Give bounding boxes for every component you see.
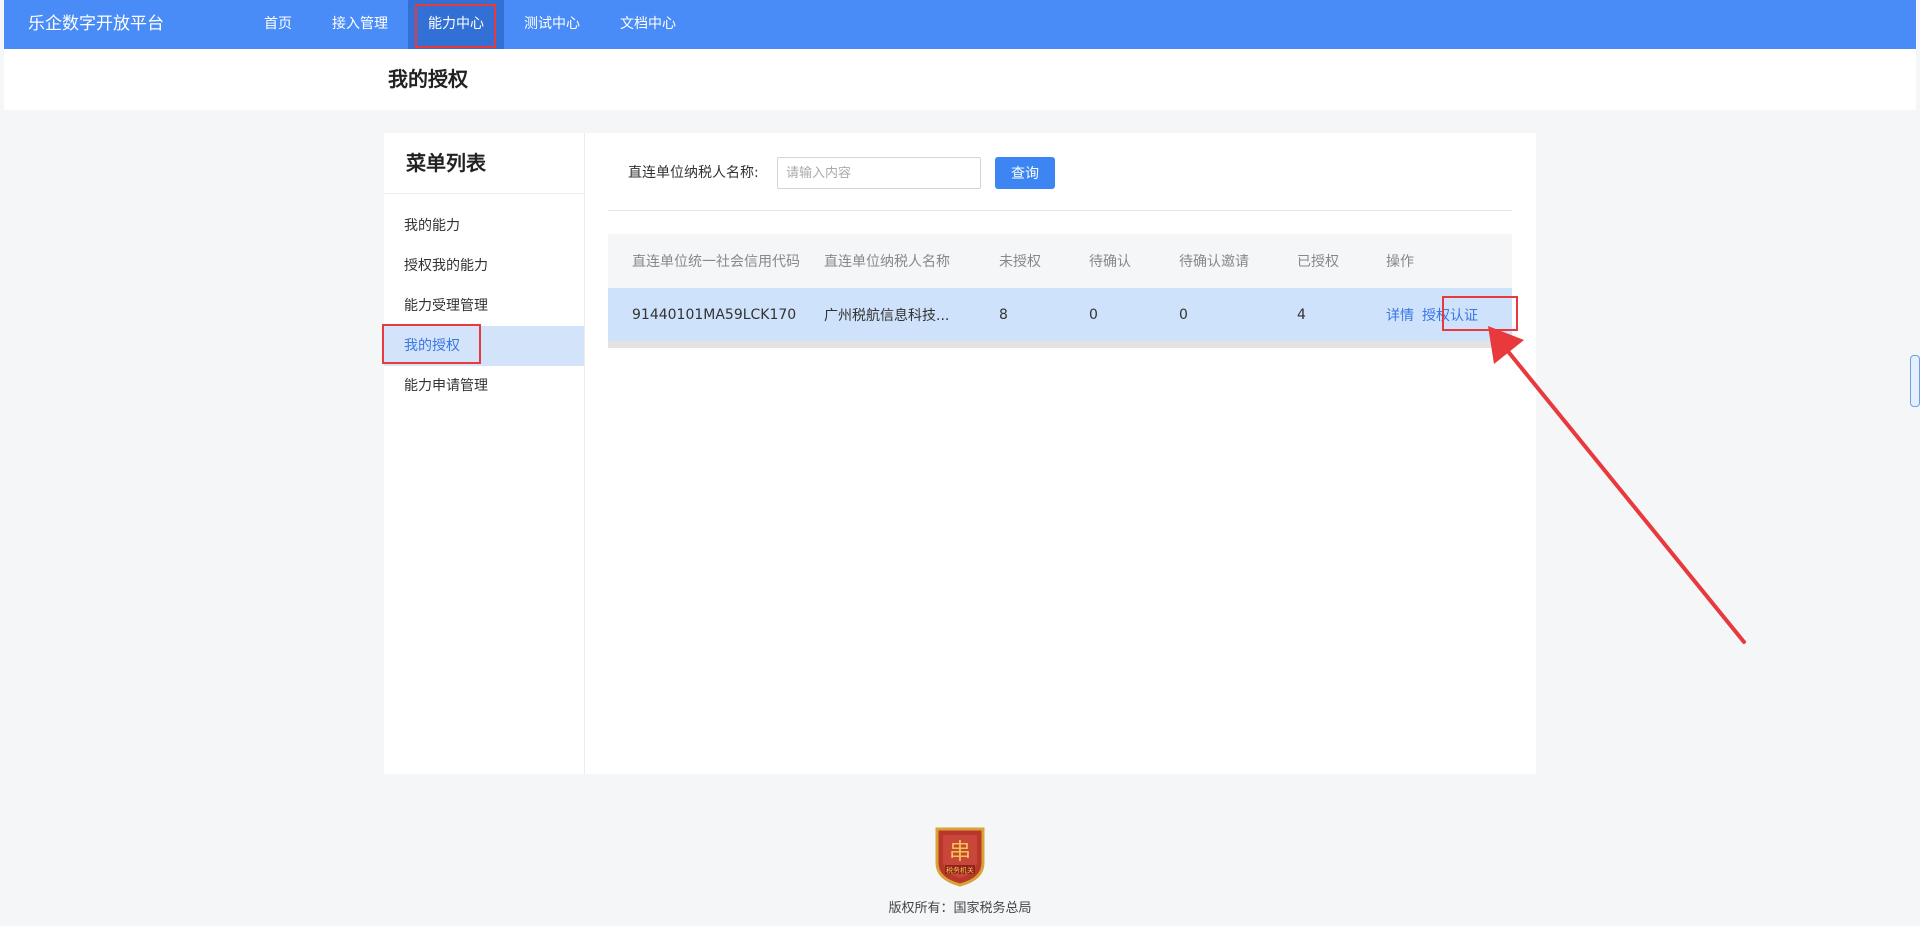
svg-text:税务机关: 税务机关	[946, 866, 974, 875]
query-button[interactable]: 查询	[995, 157, 1055, 189]
cell-taxpayer-name: 广州税航信息科技...	[824, 307, 950, 324]
annotation-arrow-shaft	[1500, 342, 1746, 644]
annotation-box-my-authorization	[382, 324, 481, 364]
sidebar-item-authorized-to-me[interactable]: 授权我的能力	[384, 246, 584, 286]
page-title-band: 我的授权	[4, 49, 1916, 110]
footer-copyright: 版权所有：国家税务总局	[888, 901, 1032, 916]
top-navigation-bar: 乐企数字开放平台 首页 接入管理 能力中心 测试中心 文档中心	[4, 0, 1916, 49]
sidebar-item-capability-application[interactable]: 能力申请管理	[384, 366, 584, 406]
table-horizontal-scrollbar[interactable]	[608, 341, 1512, 348]
nav-item-doc-center[interactable]: 文档中心	[600, 0, 696, 49]
annotation-box-capability-center	[415, 4, 496, 48]
cell-unauthorized: 8	[999, 306, 1008, 323]
sidebar-item-my-capabilities[interactable]: 我的能力	[384, 206, 584, 246]
tax-bureau-emblem-icon: 串 税务机关	[933, 825, 987, 887]
nav-item-home[interactable]: 首页	[244, 0, 312, 49]
taxpayer-name-input[interactable]	[777, 157, 981, 189]
main-panel: 直连单位纳税人名称: 查询 直连单位统一社会信用代码 直连单位纳税人名称 未授权…	[608, 133, 1512, 348]
nav-item-test-center[interactable]: 测试中心	[504, 0, 600, 49]
sidebar-menu: 我的能力 授权我的能力 能力受理管理 我的授权 能力申请管理	[384, 194, 584, 406]
taxpayer-name-label: 直连单位纳税人名称:	[628, 165, 759, 181]
sidebar: 菜单列表 我的能力 授权我的能力 能力受理管理 我的授权 能力申请管理	[384, 133, 585, 774]
annotation-box-authorize-certify	[1442, 296, 1518, 331]
col-header-unauthorized: 未授权	[999, 254, 1041, 270]
page-title: 我的授权	[388, 67, 468, 91]
svg-text:串: 串	[949, 840, 971, 865]
cell-authorized: 4	[1297, 306, 1306, 323]
col-header-actions: 操作	[1386, 254, 1414, 270]
vertical-scrollbar-thumb[interactable]	[1910, 355, 1920, 407]
table-row[interactable]: 91440101MA59LCK170 广州税航信息科技... 8 0 0 4 详…	[608, 288, 1512, 341]
col-header-credit-code: 直连单位统一社会信用代码	[632, 254, 800, 270]
cell-credit-code: 91440101MA59LCK170	[632, 306, 797, 323]
sidebar-item-capability-acceptance[interactable]: 能力受理管理	[384, 286, 584, 326]
col-header-pending-confirm: 待确认	[1089, 254, 1131, 270]
platform-brand[interactable]: 乐企数字开放平台	[28, 0, 164, 49]
cell-pending-invite: 0	[1179, 306, 1188, 323]
col-header-taxpayer-name: 直连单位纳税人名称	[824, 254, 950, 270]
cell-pending-confirm: 0	[1089, 306, 1098, 323]
details-link[interactable]: 详情	[1386, 308, 1414, 324]
sidebar-title: 菜单列表	[384, 133, 584, 194]
filter-bar: 直连单位纳税人名称: 查询	[608, 133, 1512, 211]
table-header: 直连单位统一社会信用代码 直连单位纳税人名称 未授权 待确认 待确认邀请 已授权…	[608, 234, 1512, 288]
col-header-pending-invite: 待确认邀请	[1179, 254, 1249, 270]
authorization-table: 直连单位统一社会信用代码 直连单位纳税人名称 未授权 待确认 待确认邀请 已授权…	[608, 234, 1512, 348]
nav-item-access-management[interactable]: 接入管理	[312, 0, 408, 49]
col-header-authorized: 已授权	[1297, 254, 1339, 270]
content-card: 菜单列表 我的能力 授权我的能力 能力受理管理 我的授权 能力申请管理 直连单位…	[384, 133, 1536, 774]
